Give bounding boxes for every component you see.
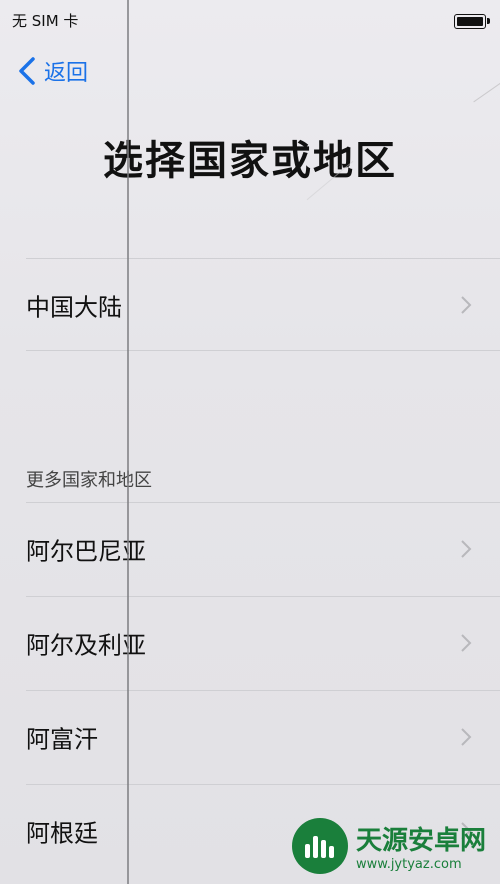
page-title: 选择国家或地区: [103, 138, 397, 184]
chevron-right-icon: [461, 728, 472, 746]
watermark-url: www.jytyaz.com: [355, 857, 462, 872]
chevron-left-icon: [19, 57, 35, 85]
android-logo-icon: [291, 818, 348, 874]
status-bar: 无 SIM 卡: [0, 0, 500, 40]
list-item-algeria[interactable]: 阿尔及利亚: [0, 597, 500, 689]
list-item-albania[interactable]: 阿尔巴尼亚: [0, 503, 500, 595]
chevron-right-icon: [461, 540, 472, 558]
list-item-label: 阿根廷: [26, 819, 98, 848]
screen-crack: [127, 0, 129, 884]
chevron-right-icon: [461, 296, 472, 314]
battery-icon: [454, 14, 490, 29]
screen: 无 SIM 卡 返回 选择国家或地区 中国大陆 更多国家和地区 阿尔巴尼亚 阿尔…: [0, 0, 500, 884]
watermark: 天源安卓网 www.jytyaz.com: [291, 818, 486, 874]
list-item-label: 中国大陆: [26, 293, 122, 322]
back-label: 返回: [44, 61, 89, 86]
list-item-afghanistan[interactable]: 阿富汗: [0, 691, 500, 783]
back-button[interactable]: 返回: [16, 54, 88, 88]
chevron-right-icon: [461, 634, 472, 652]
list-item-china-mainland[interactable]: 中国大陆: [0, 259, 500, 351]
carrier-label: 无 SIM 卡: [12, 12, 79, 30]
watermark-title: 天源安卓网: [355, 826, 486, 856]
divider: [26, 350, 500, 351]
screen-crack: [473, 78, 500, 103]
section-header: 更多国家和地区: [26, 470, 152, 491]
list-item-label: 阿富汗: [26, 725, 98, 754]
